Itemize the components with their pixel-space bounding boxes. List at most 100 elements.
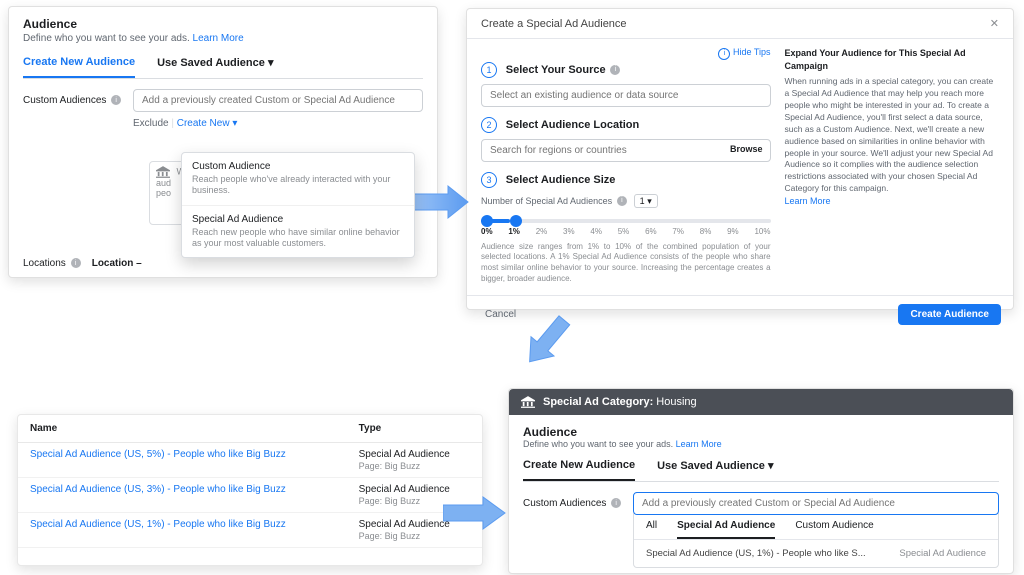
tick: 0% [481,227,493,236]
tick: 7% [672,227,684,236]
bank-icon [156,166,170,178]
modal-title: Create a Special Ad Audience [481,18,627,30]
custom-audiences-label: Custom Audiences i [23,95,133,106]
audience-name-link[interactable]: Special Ad Audience (US, 3%) - People wh… [30,484,286,495]
suggestion-option[interactable]: Special Ad Audience (US, 1%) - People wh… [634,540,998,567]
cancel-button[interactable]: Cancel [479,304,522,325]
info-icon[interactable]: i [71,258,81,268]
slider-thumb[interactable] [510,215,522,227]
suggestion-tab-special[interactable]: Special Ad Audience [677,520,775,539]
audience-count-value: 1 [640,196,645,206]
learn-more-link[interactable]: Learn More [676,439,722,449]
tick: 5% [618,227,630,236]
menu-item-subtitle: Reach new people who have similar online… [192,227,404,250]
audience-subtitle-text: Define who you want to see your ads. [523,439,673,449]
audience-title: Audience [523,425,999,439]
tick: 1% [508,227,520,236]
info-icon[interactable]: i [610,65,620,75]
locations-label: Locations [23,258,66,269]
audience-tabs: Create New Audience Use Saved Audience ▾ [523,459,999,482]
learn-more-link[interactable]: Learn More [193,33,244,44]
locations-value: Location – [92,258,142,269]
create-special-ad-audience-modal: Create a Special Ad Audience ✕ i Hide Ti… [466,8,1014,310]
info-icon[interactable]: i [111,95,121,105]
menu-item-special-ad-audience[interactable]: Special Ad Audience Reach new people who… [182,206,414,258]
audience-size-slider[interactable] [481,219,771,223]
audience-subtype: Page: Big Buzz [359,531,470,541]
bank-icon [521,396,535,408]
tick: 10% [754,227,770,236]
col-type[interactable]: Type [347,415,482,443]
bar-label: Special Ad Category: [543,396,653,408]
slider-ticks: 0% 1% 2% 3% 4% 5% 6% 7% 8% 9% 10% [481,227,771,236]
audience-subtype: Page: Big Buzz [359,461,470,471]
audience-name-link[interactable]: Special Ad Audience (US, 5%) - People wh… [30,449,286,460]
menu-item-custom-audience[interactable]: Custom Audience Reach people who've alre… [182,153,414,206]
audience-subtitle: Define who you want to see your ads. Lea… [523,439,999,449]
table-row[interactable]: Special Ad Audience (US, 3%) - People wh… [18,478,482,513]
step-3-title: Select Audience Size [506,174,616,186]
info-icon[interactable]: i [611,498,621,508]
tab-create-new-audience[interactable]: Create New Audience [523,459,635,481]
audience-type: Special Ad Audience [359,484,450,495]
tick: 8% [700,227,712,236]
location-input[interactable] [481,139,771,162]
wh-line2: aud [156,178,171,188]
col-name[interactable]: Name [18,415,347,443]
tick: 2% [536,227,548,236]
suggestion-tabs: All Special Ad Audience Custom Audience [634,514,998,540]
caret-down-icon: ▾ [232,118,237,129]
custom-audience-input[interactable] [633,492,999,515]
learn-more-link[interactable]: Learn More [785,196,831,206]
close-icon[interactable]: ✕ [990,17,999,30]
tab-use-saved-audience[interactable]: Use Saved Audience ▾ [157,56,273,78]
slider-thumb[interactable] [481,215,493,227]
info-circle-icon: i [718,48,730,60]
audience-size-label: Number of Special Ad Audiences [481,196,612,206]
tab-use-saved-label: Use Saved Audience [657,460,765,472]
custom-audiences-row: Custom Audiences i [523,492,999,515]
exclude-link[interactable]: Exclude [133,118,169,129]
tab-use-saved-audience[interactable]: Use Saved Audience ▾ [657,459,773,481]
tab-use-saved-label: Use Saved Audience [157,57,265,69]
step-2: 2 Select Audience Location Browse [481,117,771,162]
custom-audiences-row: Custom Audiences i [23,89,423,112]
custom-audiences-label-text: Custom Audiences [23,95,106,106]
source-input[interactable] [481,84,771,107]
caret-down-icon: ▾ [268,57,274,69]
create-audience-button[interactable]: Create Audience [898,304,1001,325]
info-icon[interactable]: i [617,196,627,206]
custom-audience-input[interactable] [133,89,423,112]
hide-tips-label: Hide Tips [733,47,771,57]
special-ad-category-panel: Special Ad Category: Housing Audience De… [508,388,1014,574]
custom-audiences-label-text: Custom Audiences [523,498,606,509]
suggestion-tab-custom[interactable]: Custom Audience [795,520,873,539]
menu-item-title: Custom Audience [192,161,404,172]
tick: 3% [563,227,575,236]
step-1-title: Select Your Source [506,64,606,76]
custom-audiences-label: Custom Audiences i [523,498,633,509]
bar-value: Housing [656,396,696,408]
caret-down-icon: ▾ [768,460,774,472]
modal-header: Create a Special Ad Audience ✕ [467,9,1013,39]
browse-button[interactable]: Browse [730,144,763,154]
locations-row: Locations i Location – [23,258,142,269]
tips-body: When running ads in a special category, … [785,76,999,195]
hide-tips-link[interactable]: i Hide Tips [718,47,770,57]
audience-suggestions-dropdown: All Special Ad Audience Custom Audience … [633,513,999,568]
step-number-icon: 2 [481,117,497,133]
audience-count-select[interactable]: 1 ▾ [634,194,658,208]
create-new-dropdown[interactable]: Create New ▾ [177,118,238,129]
menu-item-subtitle: Reach people who've already interacted w… [192,174,404,197]
special-ad-category-bar: Special Ad Category: Housing [509,389,1013,415]
audience-name-link[interactable]: Special Ad Audience (US, 1%) - People wh… [30,519,286,530]
suggestion-tab-all[interactable]: All [646,520,657,539]
step-1: 1 Select Your Source i [481,62,771,107]
table-row[interactable]: Special Ad Audience (US, 5%) - People wh… [18,443,482,478]
suggestion-type: Special Ad Audience [899,548,986,559]
create-new-menu: Custom Audience Reach people who've alre… [181,152,415,258]
tab-create-new-audience[interactable]: Create New Audience [23,56,135,78]
table-row[interactable]: Special Ad Audience (US, 1%) - People wh… [18,513,482,548]
audience-panel: Audience Define who you want to see your… [8,6,438,278]
tick: 9% [727,227,739,236]
